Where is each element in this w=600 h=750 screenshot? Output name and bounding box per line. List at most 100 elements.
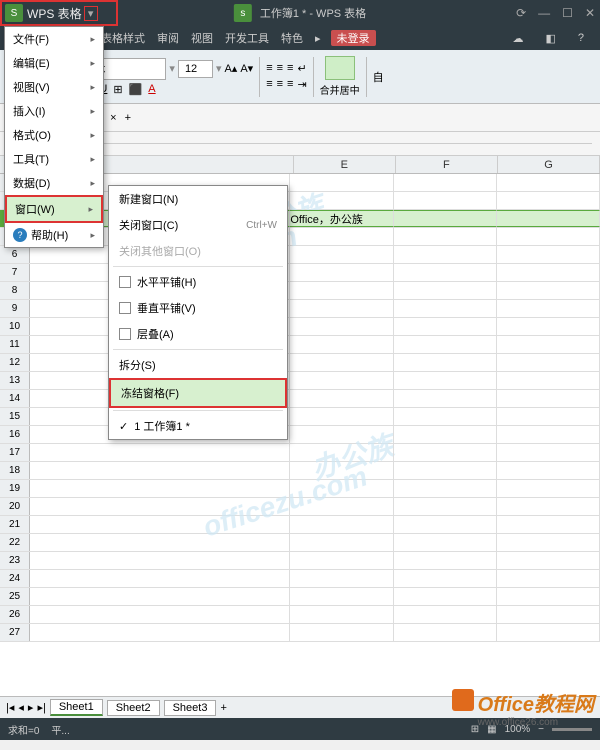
menu-view[interactable]: 视图(V)▸ [5, 75, 103, 99]
border-icon[interactable]: ⊞ [113, 83, 122, 96]
grid-row[interactable]: 20 [0, 498, 600, 516]
grid-cell[interactable] [290, 444, 393, 461]
menu-new-window[interactable]: 新建窗口(N) [109, 186, 287, 212]
grid-row[interactable]: 22 [0, 534, 600, 552]
menu-edit[interactable]: 编辑(E)▸ [5, 51, 103, 75]
menu-format[interactable]: 格式(O)▸ [5, 123, 103, 147]
grid-row[interactable]: 10 [0, 318, 600, 336]
row-header[interactable]: 17 [0, 444, 30, 461]
menu-freeze-panes[interactable]: 冻结窗格(F) [109, 378, 287, 408]
align-center-icon[interactable]: ≡ [277, 78, 283, 91]
grid-cell[interactable] [394, 498, 497, 515]
grid-cell[interactable] [394, 390, 497, 407]
grid-cell[interactable] [394, 624, 497, 641]
grid-row[interactable]: 23 [0, 552, 600, 570]
grid-row[interactable]: 12 [0, 354, 600, 372]
grid-cell[interactable] [497, 390, 600, 407]
grid-cell[interactable] [394, 408, 497, 425]
grid-cell[interactable] [497, 606, 600, 623]
menu-cascade[interactable]: 层叠(A) [109, 321, 287, 347]
decrease-font-icon[interactable]: A▾ [240, 62, 253, 75]
chevron-right-icon[interactable]: ▸ [309, 32, 327, 45]
align-right-icon[interactable]: ≡ [287, 78, 293, 91]
menu-window[interactable]: 窗口(W)▸ [5, 195, 103, 223]
menu-file[interactable]: 文件(F)▸ [5, 27, 103, 51]
menu-data[interactable]: 数据(D)▸ [5, 171, 103, 195]
align-bottom-icon[interactable]: ≡ [287, 62, 293, 75]
align-top-icon[interactable]: ≡ [266, 62, 272, 75]
grid-cell[interactable] [290, 480, 393, 497]
prev-sheet-icon[interactable]: ◂ [18, 701, 24, 714]
grid-cell[interactable] [290, 372, 393, 389]
grid-cell[interactable] [290, 624, 393, 641]
grid-cell[interactable] [290, 318, 393, 335]
grid-cell[interactable] [290, 300, 393, 317]
row-header[interactable]: 14 [0, 390, 30, 407]
menu-item[interactable]: 开发工具 [219, 30, 275, 46]
grid-cell[interactable] [497, 210, 600, 227]
row-header[interactable]: 6 [0, 246, 30, 263]
grid-cell[interactable] [290, 354, 393, 371]
grid-cell[interactable] [497, 624, 600, 641]
grid-cell[interactable] [497, 408, 600, 425]
sheet-tab[interactable]: Sheet3 [164, 700, 217, 716]
sheet-tab[interactable]: Sheet1 [50, 699, 103, 716]
autosum-label[interactable]: 自 [373, 69, 384, 85]
grid-cell[interactable] [290, 570, 393, 587]
row-header[interactable]: 9 [0, 300, 30, 317]
add-sheet-icon[interactable]: + [220, 702, 226, 714]
grid-cell[interactable] [290, 462, 393, 479]
grid-cell[interactable] [290, 498, 393, 515]
grid-cell[interactable] [394, 264, 497, 281]
row-header[interactable]: 20 [0, 498, 30, 515]
grid-cell[interactable] [394, 300, 497, 317]
maximize-icon[interactable]: ☐ [562, 6, 573, 20]
grid-cell[interactable] [394, 318, 497, 335]
skin-icon[interactable]: ◧ [539, 32, 561, 45]
grid-cell[interactable] [394, 444, 497, 461]
row-header[interactable]: 8 [0, 282, 30, 299]
grid-row[interactable]: 9 [0, 300, 600, 318]
grid-cell[interactable] [394, 516, 497, 533]
grid-cell[interactable] [497, 570, 600, 587]
menu-close-window[interactable]: 关闭窗口(C)Ctrl+W [109, 212, 287, 238]
menu-htile[interactable]: 水平平铺(H) [109, 269, 287, 295]
menu-split[interactable]: 拆分(S) [109, 352, 287, 378]
feedback-icon[interactable]: ⟳ [516, 6, 526, 20]
grid-cell[interactable] [290, 606, 393, 623]
grid-cell[interactable] [394, 210, 497, 227]
grid-cell[interactable] [394, 588, 497, 605]
grid-cell[interactable] [497, 228, 600, 245]
grid-cell[interactable] [497, 426, 600, 443]
grid-row[interactable]: 8 [0, 282, 600, 300]
grid-cell[interactable] [290, 246, 393, 263]
grid-cell[interactable] [394, 462, 497, 479]
col-header[interactable]: F [396, 156, 498, 173]
indent-icon[interactable]: ⇥ [297, 78, 306, 91]
grid-row[interactable]: 13 [0, 372, 600, 390]
grid-row[interactable]: 16 [0, 426, 600, 444]
grid-cell[interactable] [394, 480, 497, 497]
menu-item[interactable]: 审阅 [151, 30, 185, 46]
grid-row[interactable]: 14 [0, 390, 600, 408]
menu-item[interactable]: 视图 [185, 30, 219, 46]
row-header[interactable]: 23 [0, 552, 30, 569]
grid-cell[interactable] [497, 264, 600, 281]
grid-cell[interactable] [497, 498, 600, 515]
row-header[interactable]: 11 [0, 336, 30, 353]
grid-cell[interactable] [290, 516, 393, 533]
col-header[interactable]: E [294, 156, 396, 173]
menu-insert[interactable]: 插入(I)▸ [5, 99, 103, 123]
close-tab-icon[interactable]: × [110, 112, 116, 124]
row-header[interactable]: 21 [0, 516, 30, 533]
grid-cell[interactable] [394, 246, 497, 263]
formula-input[interactable] [60, 143, 592, 144]
align-left-icon[interactable]: ≡ [266, 78, 272, 91]
grid-cell[interactable] [497, 372, 600, 389]
grid-cell[interactable] [290, 264, 393, 281]
grid-cell[interactable] [497, 246, 600, 263]
help-icon[interactable]: ? [572, 32, 590, 45]
grid-cell[interactable] [290, 426, 393, 443]
row-header[interactable]: 13 [0, 372, 30, 389]
grid-row[interactable]: 19 [0, 480, 600, 498]
